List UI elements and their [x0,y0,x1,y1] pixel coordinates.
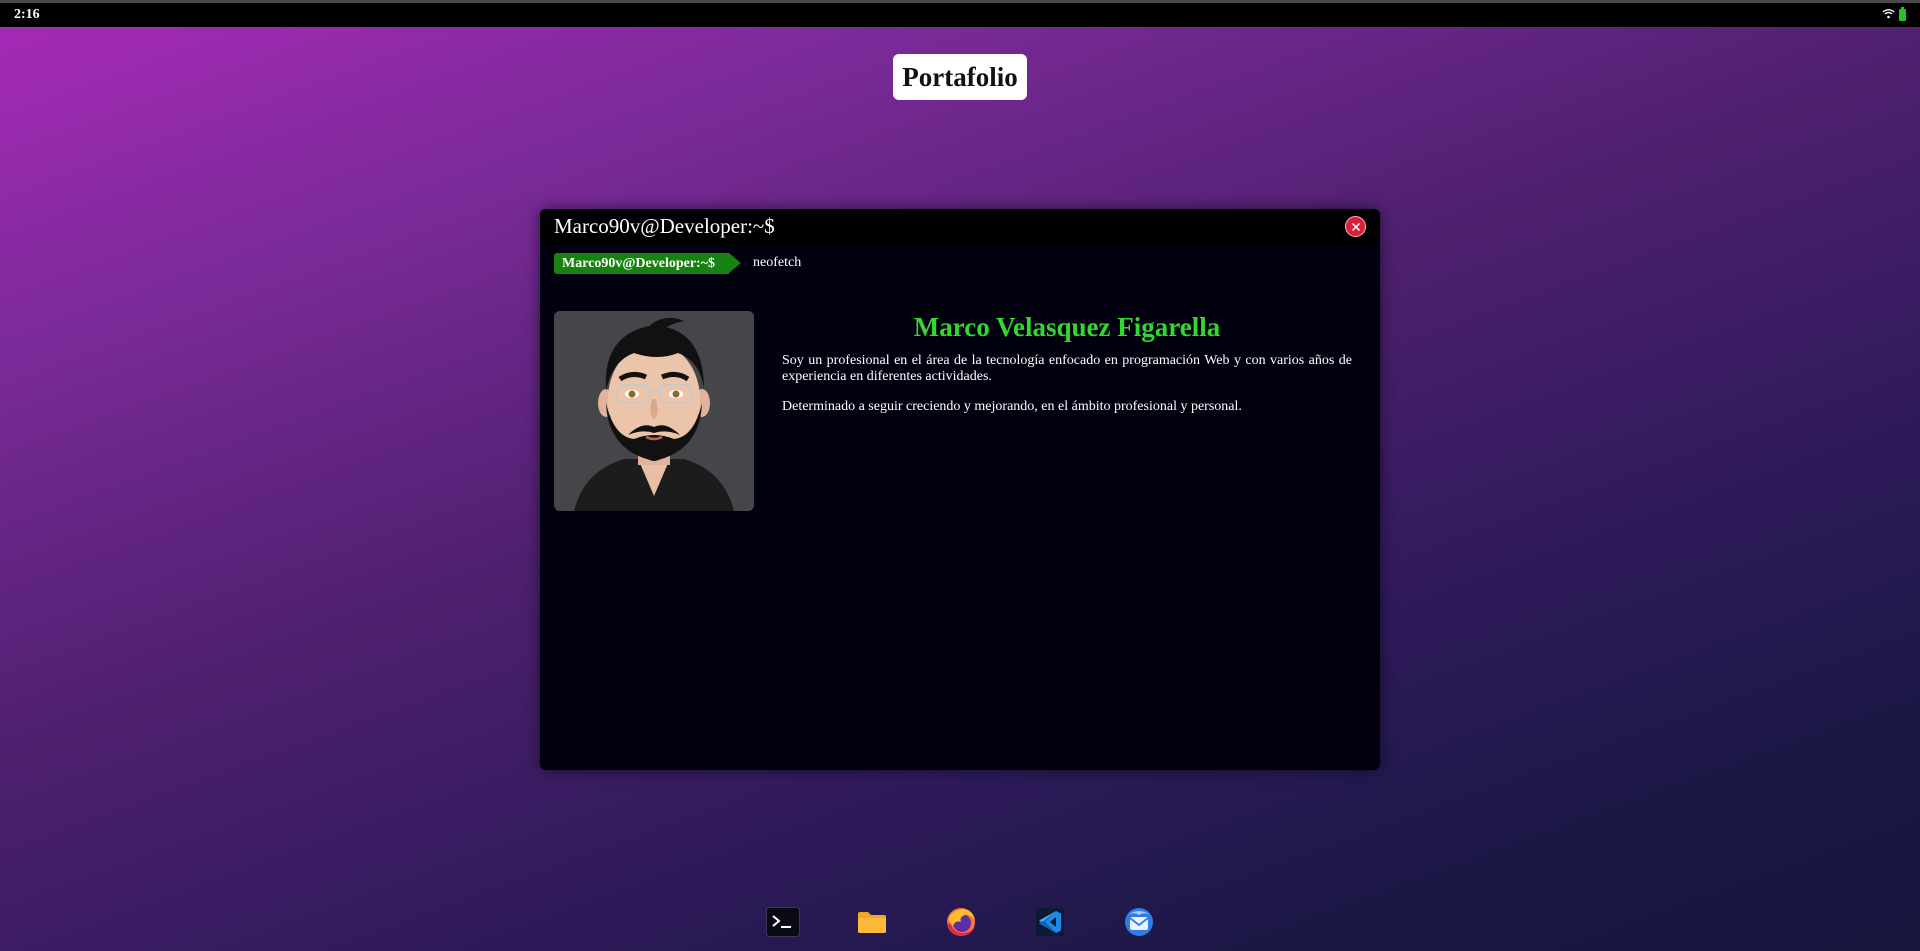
close-button[interactable] [1345,216,1366,237]
firefox-icon [947,908,975,936]
dock-item-mail[interactable] [1121,904,1157,940]
folder-icon [858,912,886,933]
terminal-icon [766,907,800,937]
prompt-badge: Marco90v@Developer:~$ [554,252,741,274]
dock-item-firefox[interactable] [943,904,979,940]
mail-icon [1125,908,1153,936]
avatar-illustration [554,311,754,511]
dock-item-terminal[interactable] [765,904,801,940]
dock-item-files[interactable] [854,904,890,940]
profile-paragraph: Determinado a seguir creciendo y mejoran… [782,399,1242,414]
status-icons [1882,6,1906,24]
dock-item-vscode[interactable] [1032,904,1068,940]
avatar [554,311,754,511]
terminal-header: Marco90v@Developer:~$ [540,209,1380,244]
command-text: neofetch [753,255,802,270]
close-icon [1351,222,1360,231]
profile-section: Marco Velasquez Figarella Soy un profesi… [540,311,1380,511]
profile-paragraph: Soy un profesional en el área de la tecn… [782,353,1352,384]
clock: 2:16 [14,7,40,22]
terminal-title: Marco90v@Developer:~$ [554,214,775,238]
terminal-window: Marco90v@Developer:~$ Marco90v@Developer… [540,209,1380,770]
top-status-bar: 2:16 [0,0,1920,27]
prompt-line: Marco90v@Developer:~$ neofetch [540,252,1380,274]
profile-info: Marco Velasquez Figarella Soy un profesi… [782,311,1352,511]
wifi-icon [1882,6,1895,24]
vscode-icon [1036,908,1064,936]
profile-name: Marco Velasquez Figarella [913,312,1221,342]
portfolio-title: Portafolio [893,54,1027,100]
battery-icon [1899,7,1906,21]
dock [765,904,1157,940]
